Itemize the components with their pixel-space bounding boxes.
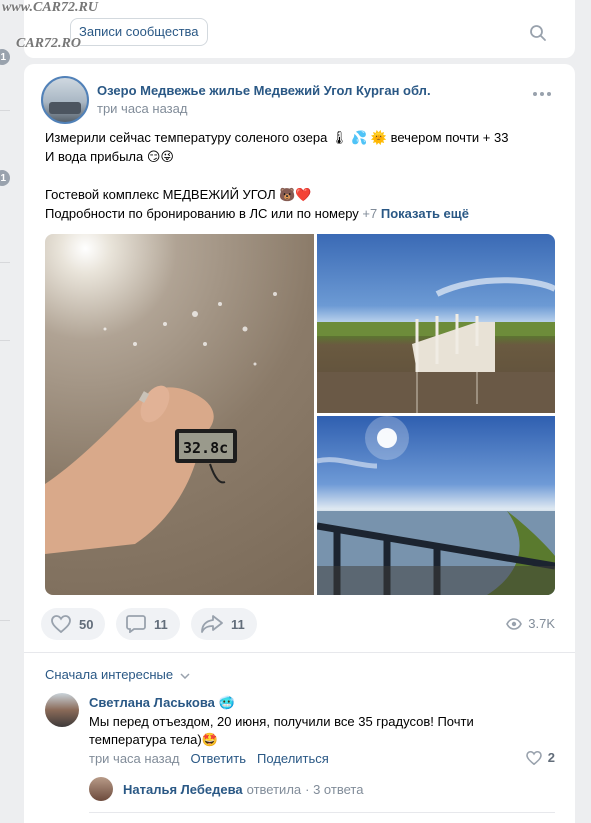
divider [24, 652, 575, 653]
comment-author-name[interactable]: Светлана Ласькова 🥶 [89, 695, 235, 711]
post-text-line: Измерили сейчас температуру соленого озе… [45, 130, 509, 145]
left-rail: 1 1 [0, 0, 12, 823]
comments-sort-dropdown[interactable]: Сначала интересные [45, 667, 190, 682]
comment-author-avatar[interactable] [45, 693, 79, 727]
more-options-icon[interactable] [533, 92, 551, 96]
rail-divider [0, 340, 10, 341]
photo-lake-sun[interactable] [317, 416, 555, 595]
comment-like-button[interactable]: 2 [525, 750, 555, 765]
rail-divider [0, 620, 10, 621]
comment-count: 11 [154, 616, 168, 632]
comment-icon [126, 615, 146, 633]
reply-author-name[interactable]: Наталья Лебедева [123, 782, 243, 797]
reply-action: ответила [246, 781, 302, 797]
reply-author-avatar[interactable] [89, 777, 113, 801]
reply-count[interactable]: · 3 ответа [305, 782, 363, 797]
rail-divider [0, 110, 10, 111]
search-icon[interactable] [529, 24, 547, 42]
comment-like-count: 2 [547, 750, 555, 765]
photo-pier-lake[interactable] [317, 234, 555, 413]
divider [89, 812, 555, 813]
share-count: 11 [231, 616, 245, 632]
heart-icon [525, 750, 542, 765]
replies-thread[interactable]: Наталья Лебедева ответила · 3 ответа [89, 777, 363, 801]
rail-divider [0, 262, 10, 263]
post-time[interactable]: три часа назад [97, 101, 187, 116]
like-count: 50 [79, 616, 94, 632]
watermark-line1: www.CAR72.RU [2, 0, 98, 15]
show-more-link[interactable]: Показать ещё [381, 206, 469, 221]
comment-text: Мы перед отъездом, 20 июня, получили все… [89, 714, 474, 747]
watermark: www.CAR72.RU CAR72.RO [2, 0, 98, 52]
wall-header: Записи сообщества [24, 0, 575, 58]
wall-post: Озеро Медвежье жилье Медвежий Угол Курга… [24, 64, 575, 823]
comment-button[interactable]: 11 [116, 608, 180, 640]
share-comment-link[interactable]: Поделиться [257, 751, 329, 766]
view-count: 3.7K [528, 616, 555, 631]
heart-icon [51, 615, 71, 633]
thermometer-reading: 32.8c [183, 439, 228, 457]
post-text-line: Подробности по бронированию в ЛС или по … [45, 206, 469, 221]
eye-icon [506, 617, 523, 630]
chevron-down-icon [180, 673, 190, 680]
phone-number: +7 [362, 206, 378, 221]
watermark-line2: CAR72.RO [16, 36, 81, 51]
group-avatar[interactable] [41, 76, 89, 124]
comment-time[interactable]: три часа назад [89, 751, 179, 766]
post-text-line: Гостевой комплекс МЕДВЕЖИЙ УГОЛ 🐻❤️ [45, 187, 312, 202]
reply-link[interactable]: Ответить [190, 751, 246, 766]
group-name-link[interactable]: Озеро Медвежье жилье Медвежий Угол Курга… [97, 83, 431, 98]
comment-meta: три часа назад Ответить Поделиться [89, 751, 329, 766]
photo-thermometer-hand[interactable]: 32.8c [45, 234, 314, 595]
view-counter: 3.7K [506, 616, 555, 631]
like-button[interactable]: 50 [41, 608, 106, 640]
rail-badge: 1 [0, 170, 10, 186]
post-text-line: И вода прибыла 😏😜 [45, 149, 174, 164]
share-icon [201, 615, 223, 633]
post-text: Измерили сейчас температуру соленого озе… [45, 128, 555, 223]
share-button[interactable]: 11 [191, 608, 257, 640]
